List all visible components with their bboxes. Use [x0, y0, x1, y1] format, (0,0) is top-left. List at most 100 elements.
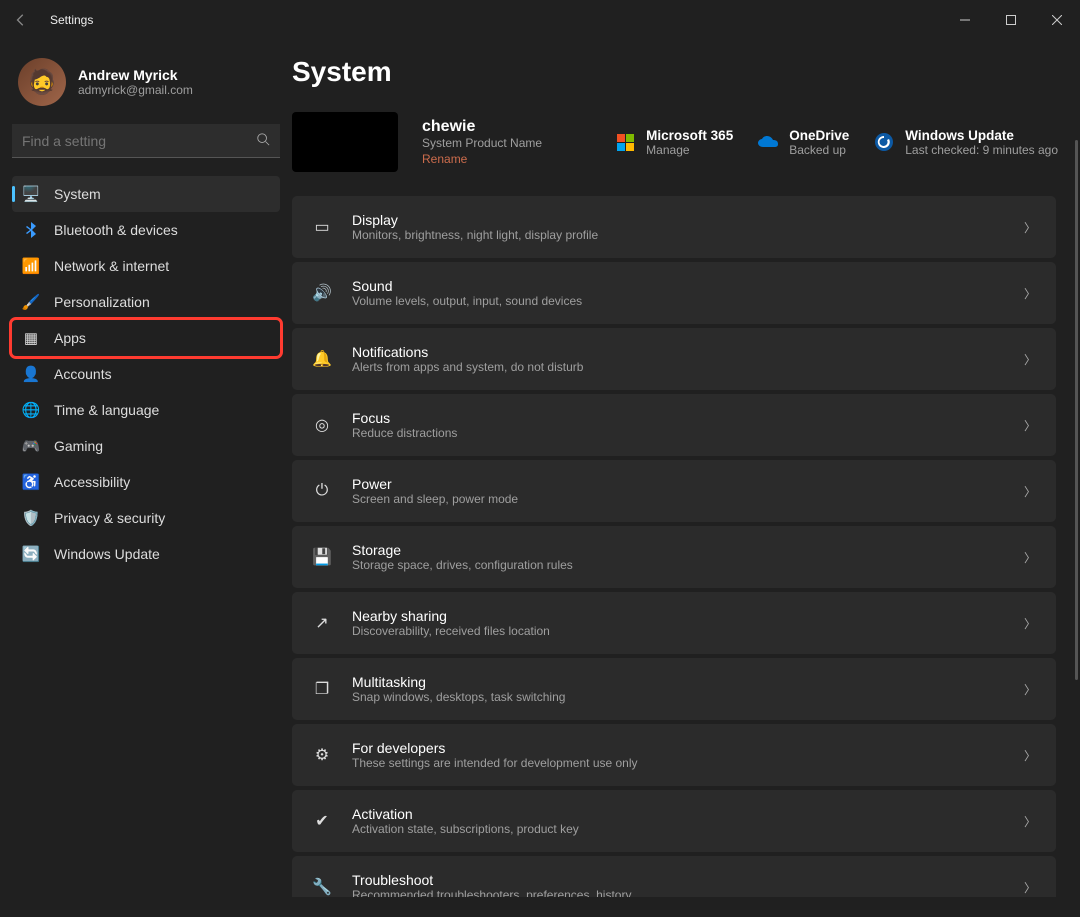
setting-title: Notifications	[352, 344, 583, 360]
chevron-right-icon: 〉	[1024, 285, 1036, 302]
sidebar: 🧔 Andrew Myrick admyrick@gmail.com 🖥️Sys…	[0, 40, 292, 917]
accounts-icon: 👤	[22, 365, 40, 383]
device-model: System Product Name	[422, 136, 542, 150]
personalization-icon: 🖌️	[22, 293, 40, 311]
setting-subtitle: Recommended troubleshooters, preferences…	[352, 888, 631, 897]
setting-row-focus[interactable]: ◎FocusReduce distractions〉	[292, 394, 1056, 456]
profile-block[interactable]: 🧔 Andrew Myrick admyrick@gmail.com	[18, 58, 280, 106]
onedrive-card[interactable]: OneDrive Backed up	[757, 128, 849, 157]
time-language-icon: 🌐	[22, 401, 40, 419]
back-button[interactable]	[14, 13, 42, 27]
setting-row-for-developers[interactable]: ⚙For developersThese settings are intend…	[292, 724, 1056, 786]
multitasking-icon: ❐	[312, 679, 332, 699]
sidebar-item-personalization[interactable]: 🖌️ Personalization	[12, 284, 280, 320]
close-button[interactable]	[1034, 0, 1080, 40]
title-bar: Settings	[0, 0, 1080, 40]
sidebar-item-system[interactable]: 🖥️System	[12, 176, 280, 212]
rename-link[interactable]: Rename	[422, 152, 542, 166]
chevron-right-icon: 〉	[1024, 681, 1036, 698]
setting-row-sound[interactable]: 🔊 SoundVolume levels, output, input, soun…	[292, 262, 1056, 324]
setting-subtitle: Snap windows, desktops, task switching	[352, 690, 565, 704]
user-email: admyrick@gmail.com	[78, 83, 193, 97]
sidebar-item-label: Gaming	[54, 438, 103, 454]
page-title: System	[292, 56, 1058, 88]
setting-title: Sound	[352, 278, 582, 294]
search-input[interactable]	[12, 124, 280, 158]
microsoft-logo-icon	[614, 131, 636, 153]
scrollbar[interactable]	[1075, 140, 1078, 680]
chevron-right-icon: 〉	[1024, 351, 1036, 368]
sidebar-item-label: Personalization	[54, 294, 150, 310]
chevron-right-icon: 〉	[1024, 813, 1036, 830]
onedrive-title: OneDrive	[789, 128, 849, 143]
sidebar-item-label: Accounts	[54, 366, 112, 382]
setting-subtitle: Volume levels, output, input, sound devi…	[352, 294, 582, 308]
settings-list: ▭DisplayMonitors, brightness, night ligh…	[292, 196, 1058, 897]
setting-row-activation[interactable]: ✔ActivationActivation state, subscriptio…	[292, 790, 1056, 852]
onedrive-sub: Backed up	[789, 143, 849, 157]
setting-title: Multitasking	[352, 674, 565, 690]
for-developers-icon: ⚙	[312, 745, 332, 765]
setting-subtitle: These settings are intended for developm…	[352, 756, 638, 770]
setting-title: Activation	[352, 806, 579, 822]
sidebar-item-label: Time & language	[54, 402, 159, 418]
chevron-right-icon: 〉	[1024, 417, 1036, 434]
setting-row-notifications[interactable]: 🔔NotificationsAlerts from apps and syste…	[292, 328, 1056, 390]
storage-icon: 💾	[312, 547, 332, 567]
sidebar-item-accessibility[interactable]: ♿ Accessibility	[12, 464, 280, 500]
setting-subtitle: Reduce distractions	[352, 426, 457, 440]
sound-icon: 🔊	[312, 283, 332, 303]
setting-title: Troubleshoot	[352, 872, 631, 888]
sidebar-item-label: Network & internet	[54, 258, 169, 274]
setting-row-power[interactable]: ⏻PowerScreen and sleep, power mode〉	[292, 460, 1056, 522]
windows-update-icon: 🔄	[22, 545, 40, 563]
setting-row-storage[interactable]: 💾 StorageStorage space, drives, configura…	[292, 526, 1056, 588]
troubleshoot-icon: 🔧	[312, 877, 332, 897]
chevron-right-icon: 〉	[1024, 747, 1036, 764]
user-name: Andrew Myrick	[78, 67, 193, 83]
windows-update-card[interactable]: Windows Update Last checked: 9 minutes a…	[873, 128, 1058, 157]
focus-icon: ◎	[312, 415, 332, 435]
setting-subtitle: Discoverability, received files location	[352, 624, 550, 638]
maximize-button[interactable]	[988, 0, 1034, 40]
sidebar-item-label: Privacy & security	[54, 510, 165, 526]
chevron-right-icon: 〉	[1024, 615, 1036, 632]
sidebar-item-label: Apps	[54, 330, 86, 346]
sidebar-item-label: Windows Update	[54, 546, 160, 562]
sidebar-item-gaming[interactable]: 🎮Gaming	[12, 428, 280, 464]
microsoft365-card[interactable]: Microsoft 365 Manage	[614, 128, 733, 157]
chevron-right-icon: 〉	[1024, 549, 1036, 566]
header-cards: chewie System Product Name Rename Micros…	[292, 112, 1058, 172]
display-icon: ▭	[312, 217, 332, 237]
sidebar-item-time-language[interactable]: 🌐 Time & language	[12, 392, 280, 428]
bluetooth-devices-icon	[22, 222, 40, 238]
sidebar-item-accounts[interactable]: 👤 Accounts	[12, 356, 280, 392]
search-icon	[256, 132, 270, 149]
setting-subtitle: Storage space, drives, configuration rul…	[352, 558, 573, 572]
main-panel: System chewie System Product Name Rename…	[292, 40, 1080, 917]
sidebar-item-windows-update[interactable]: 🔄 Windows Update	[12, 536, 280, 572]
activation-icon: ✔	[312, 811, 332, 831]
update-icon	[873, 131, 895, 153]
chevron-right-icon: 〉	[1024, 483, 1036, 500]
sidebar-item-label: Bluetooth & devices	[54, 222, 178, 238]
sidebar-item-privacy-security[interactable]: 🛡️Privacy & security	[12, 500, 280, 536]
accessibility-icon: ♿	[22, 473, 40, 491]
sidebar-item-bluetooth-devices[interactable]: Bluetooth & devices	[12, 212, 280, 248]
sidebar-item-label: Accessibility	[54, 474, 130, 490]
microsoft365-title: Microsoft 365	[646, 128, 733, 143]
setting-row-display[interactable]: ▭DisplayMonitors, brightness, night ligh…	[292, 196, 1056, 258]
windows-update-title: Windows Update	[905, 128, 1058, 143]
sidebar-item-network-internet[interactable]: 📶Network & internet	[12, 248, 280, 284]
setting-title: Nearby sharing	[352, 608, 550, 624]
setting-title: Storage	[352, 542, 573, 558]
minimize-button[interactable]	[942, 0, 988, 40]
avatar: 🧔	[18, 58, 66, 106]
search-box[interactable]	[12, 124, 280, 158]
apps-icon: ▦	[22, 329, 40, 347]
setting-row-multitasking[interactable]: ❐ MultitaskingSnap windows, desktops, tas…	[292, 658, 1056, 720]
windows-update-sub: Last checked: 9 minutes ago	[905, 143, 1058, 157]
setting-row-troubleshoot[interactable]: 🔧 TroubleshootRecommended troubleshooters…	[292, 856, 1056, 897]
setting-row-nearby-sharing[interactable]: ↗Nearby sharingDiscoverability, received…	[292, 592, 1056, 654]
sidebar-item-apps[interactable]: ▦ Apps	[12, 320, 280, 356]
